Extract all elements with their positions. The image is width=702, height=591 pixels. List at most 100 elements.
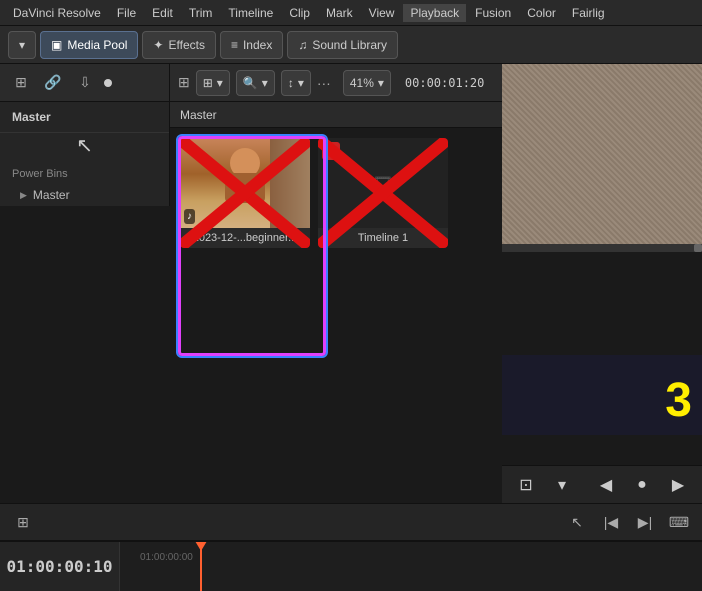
tag-btn[interactable]: ⇩: [72, 70, 98, 96]
yellow-number: 3: [665, 377, 692, 425]
storyboard-btn[interactable]: ⊞: [10, 509, 36, 535]
menu-edit[interactable]: Edit: [145, 4, 180, 22]
right-scrollbar[interactable]: [502, 244, 702, 252]
sound-library-label: Sound Library: [312, 38, 387, 52]
power-bins-label: Power Bins: [0, 158, 169, 184]
film-icon: 🎞: [373, 173, 393, 193]
sort-icon: ↕: [288, 76, 294, 90]
sound-library-icon: ♫: [298, 38, 307, 52]
left-sidebar: ⊞ 🔗 ⇩ Master ↖ Power Bins ▶ Master: [0, 64, 170, 503]
timeline-ruler[interactable]: 01:00:00:00: [120, 542, 702, 591]
check-icon: ✓: [322, 142, 340, 160]
media-pool-icon: ▣: [51, 38, 62, 52]
timeline-tick-0: 01:00:00:00: [140, 552, 193, 563]
right-preview-bottom: 3: [502, 252, 702, 465]
search-chevron: ▾: [262, 76, 268, 90]
face-thumbnail: [180, 138, 310, 228]
menu-davinci[interactable]: DaVinci Resolve: [6, 4, 108, 22]
active-indicator: [104, 79, 112, 87]
index-btn[interactable]: ≡ Index: [220, 31, 283, 59]
playhead-triangle: [195, 542, 207, 551]
dot-btn[interactable]: ●: [628, 471, 656, 499]
edit-toolbar: ⊞ ↖ |◀ ▶| ⌨: [0, 503, 702, 541]
zoom-group[interactable]: 41% ▾: [343, 70, 391, 96]
sidebar-header: Master: [0, 102, 169, 133]
timeline-thumbnail: ✓ 🎞: [318, 138, 448, 228]
timeline-time-display: 01:00:00:10: [0, 542, 120, 591]
prev-frame-btn[interactable]: ◀: [592, 471, 620, 499]
sidebar-panel: ⊞ 🔗 ⇩ Master ↖ Power Bins ▶ Master: [0, 64, 170, 206]
media-grid-area[interactable]: ♪ 2023-12-...beginner...: [170, 128, 502, 503]
next-frame-btn[interactable]: ▶: [664, 471, 692, 499]
timecode-display: 00:00:01:20: [397, 76, 492, 90]
menu-file[interactable]: File: [110, 4, 143, 22]
menu-clip[interactable]: Clip: [282, 4, 317, 22]
content-header: Master: [170, 102, 502, 128]
keyboard-btn[interactable]: ⌨: [666, 509, 692, 535]
menu-playback[interactable]: Playback: [403, 4, 466, 22]
grid-chevron: ▾: [217, 76, 223, 90]
timeline-bar: 01:00:00:10 01:00:00:00: [0, 541, 702, 591]
clip-thumb-video: ♪: [180, 138, 310, 228]
index-icon: ≡: [231, 38, 238, 52]
more-btn[interactable]: ···: [317, 70, 331, 96]
zoom-value: 41%: [350, 76, 374, 90]
app-window: DaVinci Resolve File Edit Trim Timeline …: [0, 0, 702, 591]
dropdown-btn[interactable]: ▾: [8, 31, 36, 59]
menu-trim[interactable]: Trim: [182, 4, 220, 22]
clip-label-timeline: Timeline 1: [318, 228, 448, 248]
content-breadcrumb: Master: [180, 108, 217, 122]
menu-fusion[interactable]: Fusion: [468, 4, 518, 22]
menu-fairlig[interactable]: Fairlig: [565, 4, 612, 22]
main-toolbar: ▾ ▣ Media Pool ✦ Effects ≡ Index ♫ Sound…: [0, 26, 702, 64]
content-toolbar: ⊞ ⊞ ▾ 🔍 ▾ ↕ ▾ ··· 41% ▾: [170, 64, 502, 102]
center-column: ⊞ ⊞ ▾ 🔍 ▾ ↕ ▾ ··· 41% ▾: [170, 64, 502, 503]
chevron-icon: ▶: [20, 190, 27, 201]
media-pool-btn[interactable]: ▣ Media Pool: [40, 31, 138, 59]
rock-texture: [502, 64, 702, 244]
grid-group[interactable]: ⊞ ▾: [196, 70, 230, 96]
menu-color[interactable]: Color: [520, 4, 563, 22]
clip-label-video: 2023-12-...beginner...: [180, 228, 310, 248]
sort-group[interactable]: ↕ ▾: [281, 70, 311, 96]
master-label: Master: [33, 188, 70, 202]
cursor-area: ↖: [0, 133, 169, 158]
clip-thumb-timeline: ✓ 🎞: [318, 138, 448, 228]
view-mode-btn[interactable]: ⊞: [178, 70, 190, 96]
effects-label: Effects: [168, 38, 204, 52]
playback-controls-icon[interactable]: ⊡: [512, 471, 540, 499]
search-icon: 🔍: [243, 76, 258, 90]
menu-mark[interactable]: Mark: [319, 4, 360, 22]
sidebar-toolbar: ⊞ 🔗 ⇩: [0, 64, 169, 102]
sound-library-btn[interactable]: ♫ Sound Library: [287, 31, 398, 59]
clip-card-timeline[interactable]: ✓ 🎞 Timeline 1: [318, 138, 448, 248]
menu-timeline[interactable]: Timeline: [221, 4, 280, 22]
grid-icon: ⊞: [203, 76, 213, 90]
select-tool-btn[interactable]: ↖: [564, 509, 590, 535]
grid-view-btn[interactable]: ⊞: [8, 70, 34, 96]
right-panel: 3 ⊡ ▾ ◀ ● ▶: [502, 64, 702, 503]
effects-btn[interactable]: ✦ Effects: [142, 31, 216, 59]
index-label: Index: [243, 38, 272, 52]
menu-view[interactable]: View: [362, 4, 402, 22]
link-btn[interactable]: 🔗: [40, 70, 66, 96]
dropdown-icon: ▾: [19, 38, 25, 52]
playhead[interactable]: [200, 542, 202, 591]
menu-bar: DaVinci Resolve File Edit Trim Timeline …: [0, 0, 702, 26]
effects-icon: ✦: [153, 38, 163, 52]
media-pool-label: Media Pool: [67, 38, 127, 52]
search-group[interactable]: 🔍 ▾: [236, 70, 275, 96]
sidebar-item-master[interactable]: ▶ Master: [0, 184, 169, 206]
trim-end-btn[interactable]: ▶|: [632, 509, 658, 535]
right-preview-top: [502, 64, 702, 244]
right-bottom-content: 3: [502, 355, 702, 435]
clip-card-video[interactable]: ♪ 2023-12-...beginner...: [180, 138, 310, 248]
sort-chevron: ▾: [298, 76, 304, 90]
play-dropdown[interactable]: ▾: [548, 471, 576, 499]
music-icon: ♪: [184, 209, 195, 224]
cursor-icon: ↖: [76, 133, 93, 158]
media-grid: ♪ 2023-12-...beginner...: [170, 128, 502, 258]
scrollbar-thumb: [694, 244, 702, 252]
right-playback-area: ⊡ ▾ ◀ ● ▶: [502, 465, 702, 503]
trim-start-btn[interactable]: |◀: [598, 509, 624, 535]
